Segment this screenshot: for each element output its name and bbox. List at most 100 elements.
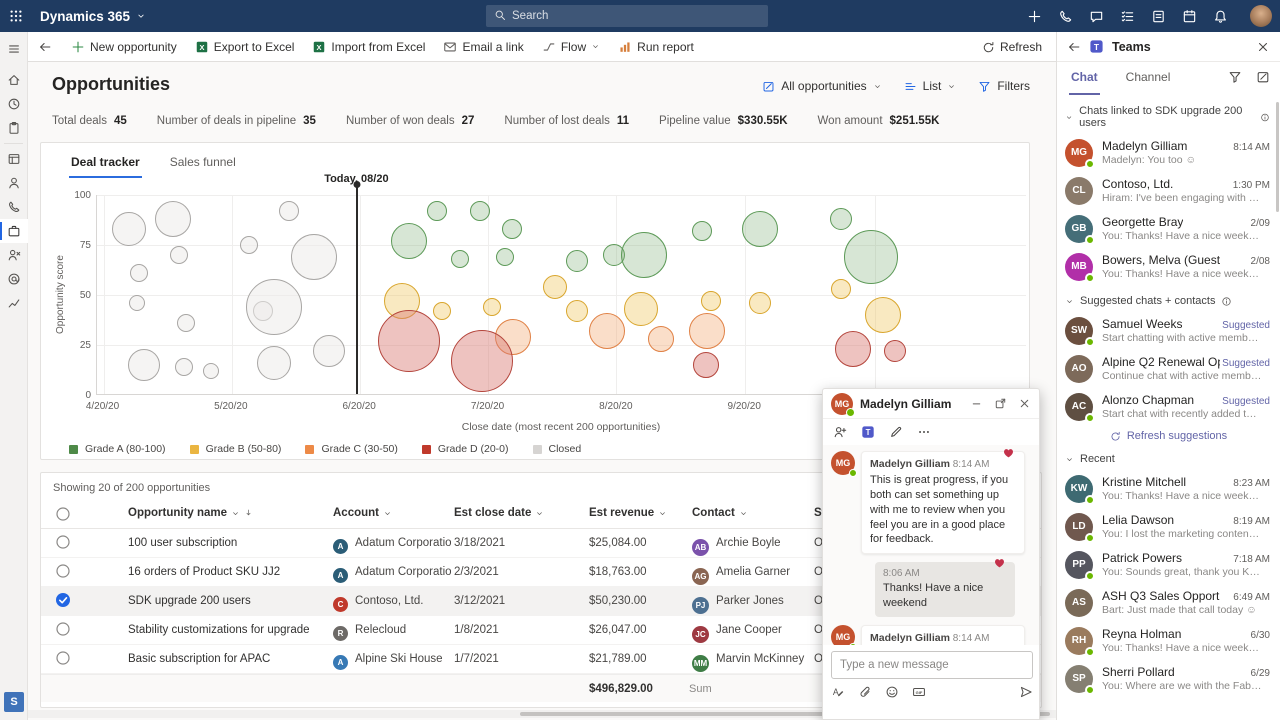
opportunity-name[interactable]: SDK upgrade 200 users xyxy=(128,595,328,607)
close-icon[interactable] xyxy=(1018,397,1031,410)
nav-item[interactable] xyxy=(0,147,28,171)
opportunity-name[interactable]: Stability customizations for upgrade xyxy=(128,624,328,636)
row-checkbox[interactable] xyxy=(55,621,71,637)
send-icon[interactable] xyxy=(1019,685,1033,699)
global-search[interactable] xyxy=(486,5,768,27)
waffle-icon[interactable] xyxy=(0,0,32,32)
account-cell[interactable]: AAdatum Corporation xyxy=(333,537,451,554)
section-header-linked[interactable]: Chats linked to SDK upgrade 200 users xyxy=(1057,96,1280,134)
chat-list-item[interactable]: AS ASH Q3 Sales Opportunity6:49 AM Bart:… xyxy=(1057,584,1280,622)
section-header-suggested[interactable]: Suggested chats + contacts xyxy=(1057,286,1280,312)
more-options-icon[interactable] xyxy=(917,425,931,439)
command-button[interactable]: X Import from Excel xyxy=(303,32,434,62)
contact-cell[interactable]: ABArchie Boyle xyxy=(692,537,812,556)
calendar-icon[interactable] xyxy=(1174,0,1205,32)
select-all-checkbox[interactable] xyxy=(55,506,71,522)
nav-item[interactable] xyxy=(0,291,28,315)
chat-list-item[interactable]: SW Samuel WeeksSuggested Start chatting … xyxy=(1057,312,1280,350)
teams-logo-icon[interactable]: T xyxy=(861,425,875,439)
section-header-recent[interactable]: Recent xyxy=(1057,444,1280,470)
command-button[interactable]: Run report xyxy=(609,32,703,62)
chat-list-item[interactable]: GB Georgette Bray2/09 You: Thanks! Have … xyxy=(1057,210,1280,248)
teams-tab[interactable]: Chat xyxy=(1069,62,1100,95)
nav-item[interactable] xyxy=(0,243,28,267)
phone-icon[interactable] xyxy=(1050,0,1081,32)
account-cell[interactable]: CContoso, Ltd. xyxy=(333,595,451,612)
nav-item[interactable] xyxy=(0,219,28,243)
chart-tab[interactable]: Sales funnel xyxy=(168,149,238,178)
nav-item[interactable] xyxy=(0,116,28,140)
add-people-icon[interactable] xyxy=(833,425,847,439)
command-button[interactable]: Email a link xyxy=(434,32,532,62)
nav-item[interactable] xyxy=(0,92,28,116)
contact-cell[interactable]: PJParker Jones xyxy=(692,595,812,614)
format-icon[interactable]: A xyxy=(831,685,845,699)
add-icon[interactable] xyxy=(1019,0,1050,32)
chat-list-item[interactable]: MG Madelyn Gilliam8:14 AM Madelyn: You t… xyxy=(1057,134,1280,172)
nav-menu-button[interactable] xyxy=(0,38,28,62)
chat-list-item[interactable]: MB Bowers, Melva (Guest)2/08 You: Thanks… xyxy=(1057,248,1280,286)
minimize-icon[interactable] xyxy=(970,397,983,410)
row-checkbox[interactable] xyxy=(55,592,71,608)
opportunity-name[interactable]: 16 orders of Product SKU JJ2 xyxy=(128,566,328,578)
account-cell[interactable]: AAlpine Ski House xyxy=(333,653,451,670)
chat-list-item[interactable]: CL Contoso, Ltd.1:30 PM Hiram: I've been… xyxy=(1057,172,1280,210)
refresh-suggestions-link[interactable]: Refresh suggestions xyxy=(1110,430,1227,442)
chart-tab[interactable]: Deal tracker xyxy=(69,149,142,178)
opportunity-name[interactable]: Basic subscription for APAC xyxy=(128,653,328,665)
nav-item[interactable] xyxy=(0,68,28,92)
popout-icon[interactable] xyxy=(994,397,1007,410)
account-cell[interactable]: RRelecloud xyxy=(333,624,451,641)
new-chat-icon[interactable] xyxy=(1256,70,1270,84)
row-checkbox[interactable] xyxy=(55,563,71,579)
nav-item[interactable] xyxy=(0,267,28,291)
nav-item[interactable] xyxy=(0,195,28,219)
chat-list-item[interactable]: AC Alonzo ChapmanSuggested Start chat wi… xyxy=(1057,388,1280,426)
panel-back-icon[interactable] xyxy=(1067,40,1081,54)
column-header[interactable]: Est revenue xyxy=(589,507,689,519)
user-avatar[interactable] xyxy=(1250,5,1272,27)
contact-cell[interactable]: JCJane Cooper xyxy=(692,624,812,643)
filter-icon[interactable] xyxy=(1228,70,1242,84)
teams-tab[interactable]: Channel xyxy=(1124,62,1173,95)
row-checkbox[interactable] xyxy=(55,650,71,666)
message-input[interactable] xyxy=(831,651,1033,679)
command-button[interactable]: X Export to Excel xyxy=(186,32,304,62)
column-header[interactable]: Account xyxy=(333,507,451,519)
contact-cell[interactable]: MMMarvin McKinney xyxy=(692,653,812,672)
gif-icon[interactable]: GIF xyxy=(912,685,926,699)
chat-list-item[interactable]: PP Patrick Powers7:18 AM You: Sounds gre… xyxy=(1057,546,1280,584)
filters-button[interactable]: Filters xyxy=(978,79,1030,93)
layout-selector[interactable]: List xyxy=(904,79,957,93)
app-title[interactable]: Dynamics 365 xyxy=(40,9,146,24)
column-header[interactable]: Opportunity name xyxy=(128,507,328,519)
chat-list-item[interactable]: SP Sherri Pollard6/29 You: Where are we … xyxy=(1057,660,1280,698)
emoji-icon[interactable] xyxy=(885,685,899,699)
column-header[interactable]: Contact xyxy=(692,507,812,519)
chat-icon[interactable] xyxy=(1081,0,1112,32)
note-icon[interactable] xyxy=(1143,0,1174,32)
back-button[interactable] xyxy=(28,32,62,62)
tasks-icon[interactable] xyxy=(1112,0,1143,32)
contact-cell[interactable]: AGAmelia Garner xyxy=(692,566,812,585)
command-button[interactable]: New opportunity xyxy=(62,32,186,62)
view-selector[interactable]: All opportunities xyxy=(762,79,881,93)
edit-icon[interactable] xyxy=(889,425,903,439)
opportunity-name[interactable]: 100 user subscription xyxy=(128,537,328,549)
chat-list-item[interactable]: AO Alpine Q2 Renewal OpportunitySuggeste… xyxy=(1057,350,1280,388)
command-button[interactable]: Flow xyxy=(533,32,609,62)
search-input[interactable] xyxy=(512,10,742,22)
column-header[interactable]: Est close date xyxy=(454,507,584,519)
panel-scrollbar[interactable] xyxy=(1276,102,1279,212)
chat-list-item[interactable]: LD Lelia Dawson8:19 AM You: I lost the m… xyxy=(1057,508,1280,546)
chat-list-item[interactable]: RH Reyna Holman6/30 You: Thanks! Have a … xyxy=(1057,622,1280,660)
chat-list-item[interactable]: KW Kristine Mitchell8:23 AM You: Thanks!… xyxy=(1057,470,1280,508)
account-cell[interactable]: AAdatum Corporation xyxy=(333,566,451,583)
attach-icon[interactable] xyxy=(858,685,872,699)
nav-item[interactable] xyxy=(0,171,28,195)
notifications-icon[interactable] xyxy=(1205,0,1236,32)
sales-app-button[interactable]: S xyxy=(4,692,24,712)
row-checkbox[interactable] xyxy=(55,534,71,550)
refresh-button[interactable]: Refresh xyxy=(982,32,1042,62)
panel-close-icon[interactable] xyxy=(1256,40,1270,54)
